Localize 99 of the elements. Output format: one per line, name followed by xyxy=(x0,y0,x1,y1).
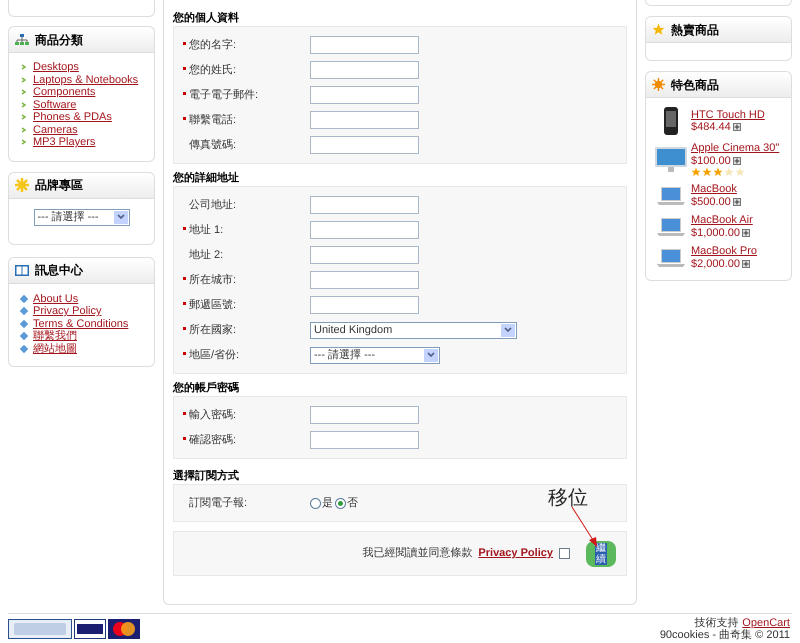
product-link[interactable]: MacBook Air xyxy=(691,214,753,226)
text-field[interactable] xyxy=(310,111,419,129)
category-link[interactable]: MP3 Players xyxy=(33,136,96,148)
field-label: 電子電子郵件: xyxy=(189,88,258,103)
product-price: $1,000.00 xyxy=(691,226,740,239)
field-label: 地址 1: xyxy=(189,222,224,238)
text-field[interactable] xyxy=(310,221,419,239)
bullet-icon xyxy=(21,76,27,83)
monitor-icon xyxy=(655,146,687,172)
mastercard-logo xyxy=(108,619,140,639)
laptop-icon xyxy=(656,216,686,236)
product-link[interactable]: MacBook xyxy=(691,183,741,196)
phone-icon xyxy=(663,106,679,136)
section-title: 選擇訂閱方式 xyxy=(173,468,240,484)
box-title: 特色商品 xyxy=(671,76,719,94)
radio-option[interactable]: 否 xyxy=(335,494,358,512)
bullet-icon xyxy=(20,344,28,353)
field-label: 傳真號碼: xyxy=(189,138,236,153)
sitemap-icon xyxy=(15,34,29,46)
add-to-cart-icon[interactable] xyxy=(732,156,741,165)
category-link[interactable]: Laptops & Notebooks xyxy=(33,74,138,86)
section-title: 您的個人資料 xyxy=(173,10,240,26)
category-link[interactable]: Components xyxy=(33,86,96,98)
opencart-link[interactable]: OpenCart xyxy=(742,617,790,629)
information-link[interactable]: 聯繫我們 xyxy=(33,330,77,342)
category-link[interactable]: Phones & PDAs xyxy=(33,111,112,124)
add-to-cart-icon[interactable] xyxy=(742,260,750,268)
text-field[interactable] xyxy=(310,246,419,264)
add-to-cart-icon[interactable] xyxy=(742,228,750,237)
field-label: 您的姓氏: xyxy=(189,62,236,78)
category-link[interactable]: Desktops xyxy=(33,61,79,74)
field-label: 您的名字: xyxy=(189,38,236,53)
dropdown-field[interactable]: --- 請選擇 --- xyxy=(34,208,130,226)
bullet-icon xyxy=(20,320,28,328)
text-field[interactable] xyxy=(310,36,419,54)
product-price: $484.44 xyxy=(691,121,731,134)
continue-button[interactable]: 繼續 xyxy=(586,540,616,566)
text-field[interactable] xyxy=(310,86,419,104)
bullet-icon xyxy=(21,102,27,108)
copyright-text: 90cookies - 曲奇集 © 2011 xyxy=(660,629,790,641)
field-label: 公司地址: xyxy=(189,198,236,213)
product-price: $100.00 xyxy=(691,154,731,167)
product-price: $2,000.00 xyxy=(691,258,740,270)
bullet-icon xyxy=(20,307,28,316)
bullet-icon xyxy=(21,114,27,120)
bullet-icon xyxy=(20,332,28,340)
section-title: 您的帳戶密碼 xyxy=(173,380,240,396)
field-label: 聯繫電話: xyxy=(189,112,236,128)
agreement-text: 我已經閱讀並同意條款 xyxy=(362,546,472,562)
product-link[interactable]: MacBook Pro xyxy=(691,245,758,258)
section-title: 您的詳細地址 xyxy=(173,170,240,186)
information-link[interactable]: About Us xyxy=(33,292,78,305)
box-title: 訊息中心 xyxy=(35,262,83,279)
field-label: 輸入密碼: xyxy=(189,408,236,423)
product-price: $500.00 xyxy=(691,196,731,208)
bullet-icon xyxy=(21,64,27,70)
dropdown-field[interactable]: --- 請選擇 --- xyxy=(310,346,440,364)
box-title: 品牌專區 xyxy=(35,177,83,194)
box-title: 商品分類 xyxy=(35,32,83,48)
field-label: 地址 2: xyxy=(189,248,224,263)
category-link[interactable]: Cameras xyxy=(33,124,78,136)
bullet-icon xyxy=(21,89,27,96)
dropdown-field[interactable]: United Kingdom xyxy=(310,322,517,338)
text-field[interactable] xyxy=(310,296,419,314)
text-field[interactable] xyxy=(310,406,419,424)
product-link[interactable]: HTC Touch HD xyxy=(691,108,765,121)
category-link[interactable]: Software xyxy=(33,98,76,111)
privacy-policy-link[interactable]: Privacy Policy xyxy=(478,545,553,562)
text-field[interactable] xyxy=(310,61,419,79)
burst-icon xyxy=(652,78,665,91)
star-icon xyxy=(652,23,665,36)
field-label: 訂閱電子報: xyxy=(189,496,248,511)
bullet-icon xyxy=(20,294,28,303)
text-field[interactable] xyxy=(310,271,419,289)
radio-option[interactable]: 是 xyxy=(310,494,333,512)
box-title: 熱賣商品 xyxy=(671,22,719,38)
information-link[interactable]: Privacy Policy xyxy=(33,305,102,318)
product-link[interactable]: Apple Cinema 30" xyxy=(691,142,780,154)
powered-by-label: 技術支持 xyxy=(694,617,738,629)
laptop-icon xyxy=(656,248,686,268)
field-label: 確認密碼: xyxy=(189,432,236,448)
field-label: 所在城市: xyxy=(189,272,236,288)
add-to-cart-icon[interactable] xyxy=(732,123,741,132)
text-field[interactable] xyxy=(310,136,419,154)
laptop-icon xyxy=(656,186,686,206)
bullet-icon xyxy=(21,126,27,133)
annotation-text: 移位 xyxy=(548,484,588,511)
information-link[interactable]: Terms & Conditions xyxy=(33,318,128,330)
field-label: 所在國家: xyxy=(189,322,236,338)
field-label: 地區/省份: xyxy=(189,348,240,363)
information-link[interactable]: 網站地圖 xyxy=(33,342,77,355)
add-to-cart-icon[interactable] xyxy=(732,198,741,206)
text-field[interactable] xyxy=(310,431,419,449)
field-label: 郵遞區號: xyxy=(189,298,236,313)
bullet-icon xyxy=(21,139,27,146)
book-icon xyxy=(15,264,29,276)
agree-checkbox[interactable] xyxy=(559,548,570,559)
star-burst-icon xyxy=(15,178,29,192)
text-field[interactable] xyxy=(310,196,419,214)
